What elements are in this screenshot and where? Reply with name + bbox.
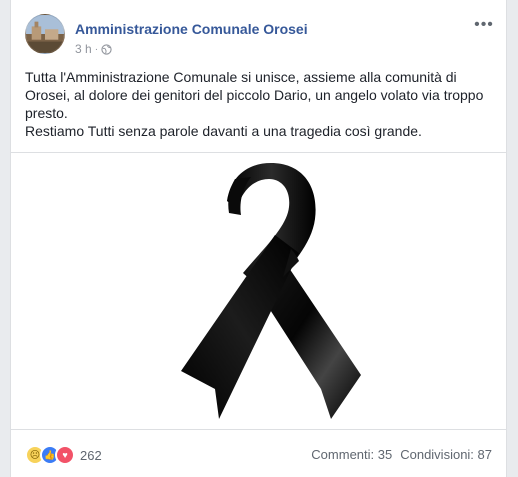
reactions-summary[interactable]: ☹ 👍 ♥ 262 [25, 445, 102, 465]
comments-count-link[interactable]: Commenti: 35 [311, 447, 392, 462]
page-avatar[interactable] [25, 14, 65, 54]
avatar-image [26, 15, 64, 53]
post-meta: 3 h · [75, 42, 112, 56]
shares-count-link[interactable]: Condivisioni: 87 [400, 447, 492, 462]
post-footer: ☹ 👍 ♥ 262 Commenti: 35 Condivisioni: 87 [25, 442, 492, 466]
author-name-link[interactable]: Amministrazione Comunale Orosei [75, 21, 308, 37]
facebook-post: Amministrazione Comunale Orosei 3 h · ••… [10, 0, 507, 477]
more-options-icon[interactable]: ••• [472, 17, 496, 34]
post-paragraph: Restiamo Tutti senza parole davanti a un… [25, 123, 422, 139]
post-stats: Commenti: 35 Condivisioni: 87 [311, 447, 492, 462]
post-image[interactable] [11, 152, 506, 430]
reaction-count[interactable]: 262 [80, 448, 102, 463]
post-paragraph: Tutta l'Amministrazione Comunale si unis… [25, 69, 484, 121]
post-text: Tutta l'Amministrazione Comunale si unis… [25, 68, 485, 140]
meta-separator: · [94, 43, 99, 55]
globe-icon[interactable] [101, 43, 112, 55]
love-reaction-icon: ♥ [55, 445, 75, 465]
post-timestamp[interactable]: 3 h [75, 42, 92, 56]
post-header: Amministrazione Comunale Orosei 3 h · ••… [25, 14, 496, 58]
black-ribbon-icon [181, 163, 361, 419]
